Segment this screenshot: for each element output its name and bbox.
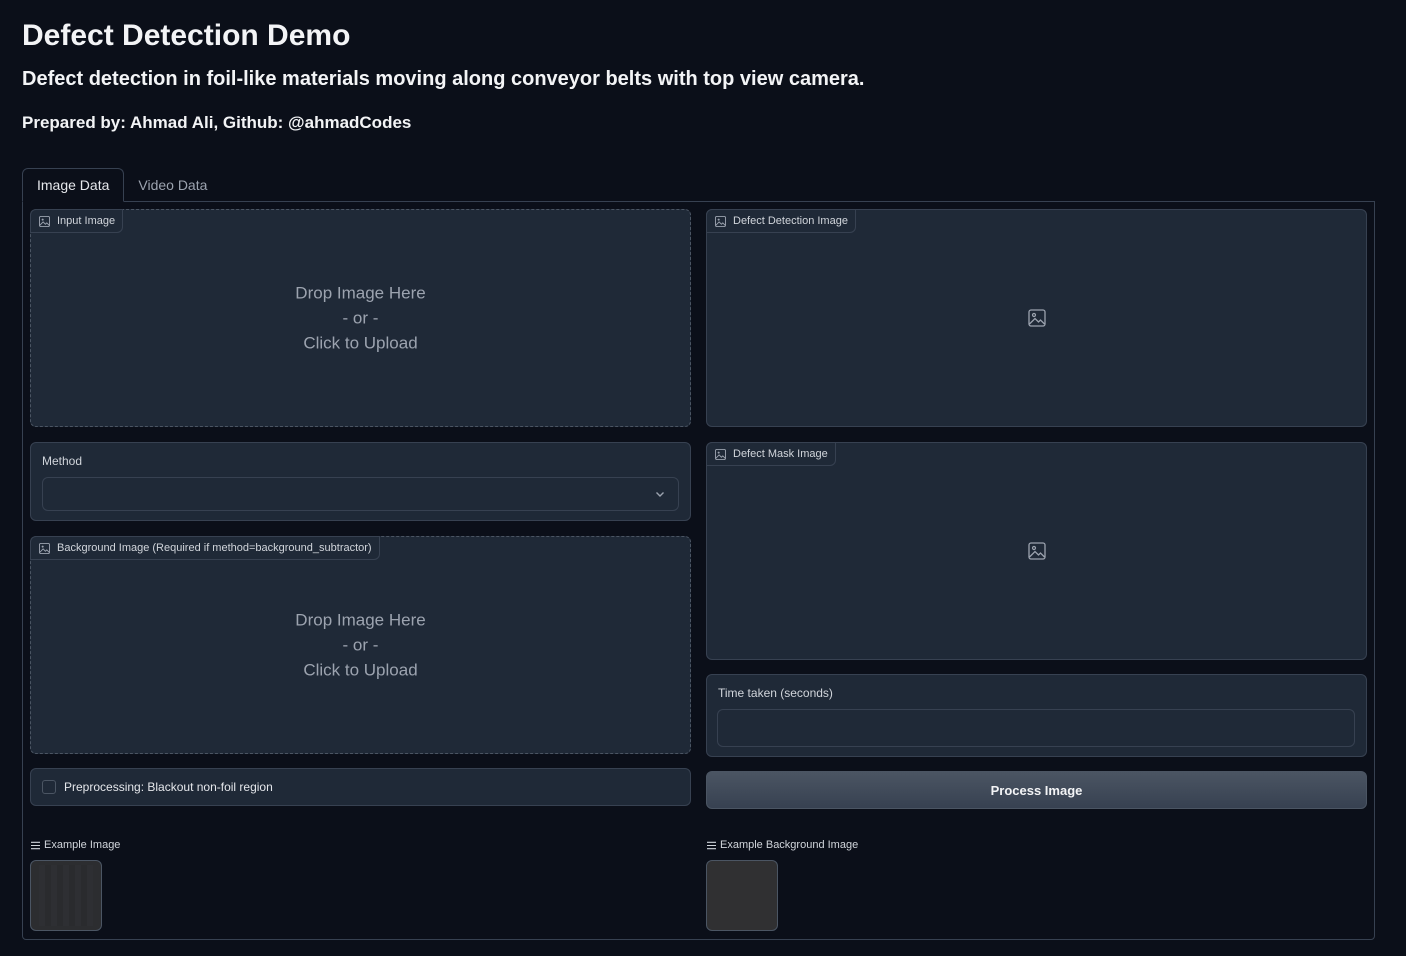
page-header: Defect Detection Demo [22,16,350,56]
click-upload-text: Click to Upload [303,660,418,680]
example-background-image-label: Example Background Image [720,839,859,851]
image-icon [39,215,50,227]
tab-image-data[interactable]: Image Data [22,168,125,202]
or-text: - or - [342,635,379,655]
tab-video-data[interactable]: Video Data [124,168,221,202]
process-image-button[interactable]: Process Image [706,771,1367,809]
drop-image-text: Drop Image Here [295,610,426,630]
image-icon [715,215,726,227]
example-image-header: Example Image [31,839,120,851]
background-image-upload[interactable]: Background Image (Required if method=bac… [30,536,691,754]
list-icon [707,841,716,849]
input-image-upload[interactable]: Input Image Drop Image Here - or - Click… [30,209,691,427]
example-background-image-thumbnail[interactable] [706,860,778,931]
image-icon [39,542,50,554]
defect-detection-image-label: Defect Detection Image [706,209,856,233]
preprocessing-checkbox[interactable] [42,780,56,794]
input-image-drop-zone[interactable]: Drop Image Here - or - Click to Upload [31,281,690,356]
chevron-down-icon [656,492,664,497]
time-taken-field[interactable] [717,709,1355,747]
time-taken-block: Time taken (seconds) [706,674,1367,757]
defect-detection-image-label-text: Defect Detection Image [733,215,848,227]
example-image-thumbnail[interactable] [30,860,102,931]
image-icon [715,448,726,460]
example-background-image-header: Example Background Image [707,839,858,851]
preprocessing-option[interactable]: Preprocessing: Blackout non-foil region [31,769,690,805]
example-image-preview [39,865,93,926]
page-subtitle: Defect detection in foil-like materials … [22,68,865,90]
time-taken-label: Time taken (seconds) [718,686,833,700]
drop-image-text: Drop Image Here [295,283,426,303]
tab-bar: Image Data Video Data [22,168,221,202]
preprocessing-label: Preprocessing: Blackout non-foil region [64,780,273,794]
example-image-label: Example Image [44,839,121,851]
input-image-label: Input Image [30,209,124,233]
method-dropdown[interactable] [42,477,679,511]
image-placeholder-icon [1027,309,1046,327]
click-upload-text: Click to Upload [303,333,418,353]
defect-detection-image-output: Defect Detection Image [706,209,1367,427]
author-credit: Prepared by: Ahmad Ali, Github: @ahmadCo… [22,113,412,132]
defect-mask-image-output: Defect Mask Image [706,442,1367,660]
method-label: Method [42,454,83,468]
background-image-label: Background Image (Required if method=bac… [30,536,380,560]
preprocessing-block: Preprocessing: Blackout non-foil region [30,768,691,806]
background-image-drop-zone[interactable]: Drop Image Here - or - Click to Upload [31,608,690,683]
image-placeholder-icon [1027,542,1046,560]
input-image-label-text: Input Image [57,215,116,227]
defect-mask-image-label: Defect Mask Image [706,442,836,466]
background-image-label-text: Background Image (Required if method=bac… [57,542,372,554]
method-block: Method [30,442,691,521]
defect-mask-image-label-text: Defect Mask Image [733,448,828,460]
page-title: Defect Detection Demo [22,19,351,52]
or-text: - or - [342,308,379,328]
list-icon [31,841,40,849]
